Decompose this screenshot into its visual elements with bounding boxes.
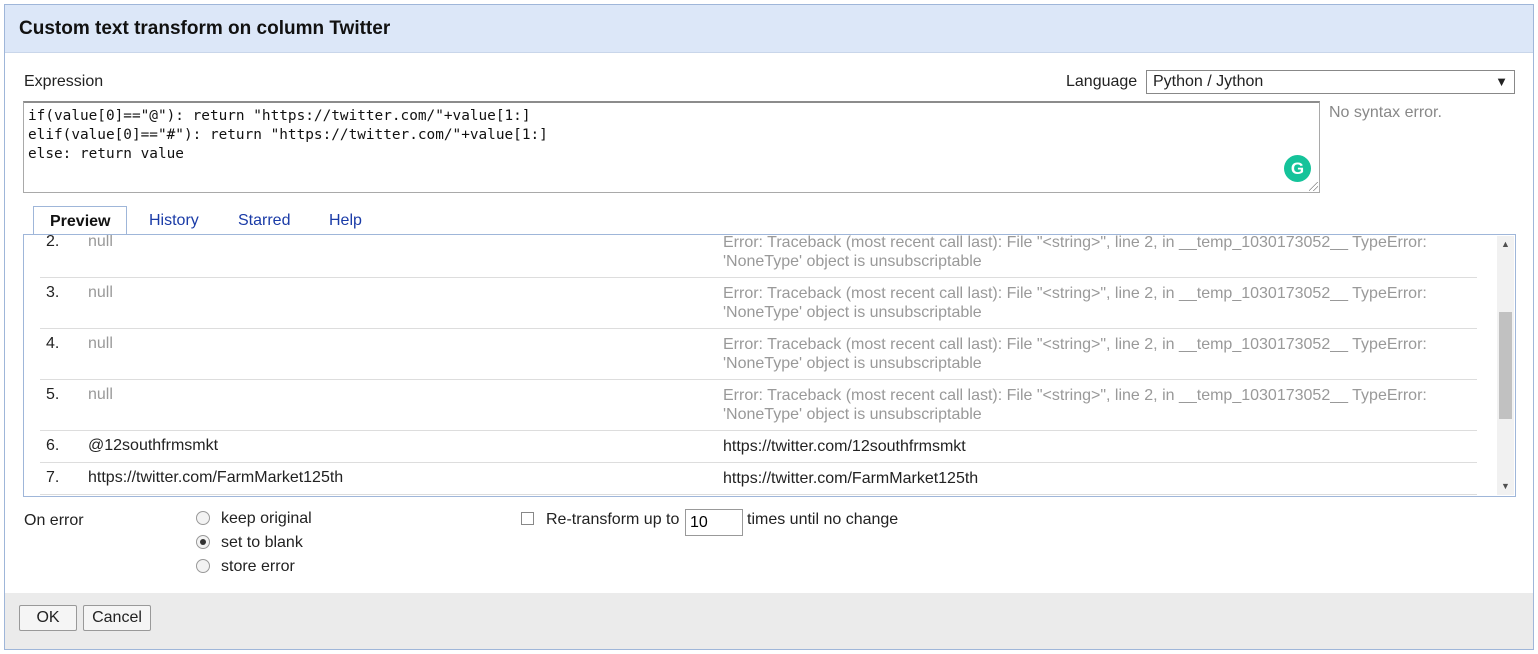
dialog-footer: OK Cancel	[5, 593, 1533, 649]
radio-button[interactable]	[196, 535, 210, 549]
radio-label: store error	[221, 558, 295, 575]
resize-grip-icon[interactable]	[1309, 182, 1318, 191]
table-row: 6. @12southfrmsmkt https://twitter.com/1…	[40, 431, 1477, 463]
syntax-status: No syntax error.	[1329, 104, 1442, 121]
ok-button[interactable]: OK	[19, 605, 77, 631]
transform-dialog: Custom text transform on column Twitter …	[4, 4, 1534, 650]
dialog-header: Custom text transform on column Twitter	[5, 5, 1533, 53]
retransform-label: Re-transform up to	[546, 511, 680, 528]
original-value: https://twitter.com/FarmMarket125th	[88, 469, 344, 486]
original-value: null	[88, 335, 113, 352]
preview-panel: 2. null Error: Traceback (most recent ca…	[23, 234, 1516, 497]
transformed-value: Error: Traceback (most recent call last)…	[723, 285, 1427, 321]
tab-preview[interactable]: Preview	[33, 206, 128, 235]
dropdown-arrow-icon: ▼	[1495, 74, 1508, 89]
cancel-button[interactable]: Cancel	[83, 605, 151, 631]
transformed-value: Error: Traceback (most recent call last)…	[723, 387, 1427, 423]
language-select[interactable]: Python / Jython ▼	[1146, 70, 1515, 94]
original-value: null	[88, 234, 113, 250]
scrollbar-thumb[interactable]	[1499, 312, 1512, 419]
scroll-down-icon[interactable]: ▼	[1497, 478, 1514, 495]
row-number: 5.	[46, 386, 60, 403]
original-value: null	[88, 284, 113, 301]
row-number: 4.	[46, 335, 60, 352]
retransform-checkbox[interactable]	[521, 512, 534, 525]
radio-button[interactable]	[196, 559, 210, 573]
transformed-value: Error: Traceback (most recent call last)…	[723, 336, 1427, 372]
table-row: 2. null Error: Traceback (most recent ca…	[40, 234, 1477, 278]
expression-label: Expression	[24, 73, 104, 90]
row-number: 6.	[46, 437, 60, 454]
expression-editor[interactable]: if(value[0]=="@"): return "https://twitt…	[23, 101, 1320, 193]
transformed-value: https://twitter.com/12southfrmsmkt	[723, 438, 966, 455]
scroll-up-icon[interactable]: ▲	[1497, 236, 1514, 253]
table-row: 4. null Error: Traceback (most recent ca…	[40, 329, 1477, 380]
language-label: Language	[1066, 73, 1138, 90]
on-error-label: On error	[24, 512, 84, 529]
grammarly-icon[interactable]: G	[1284, 155, 1311, 182]
table-row: 7. https://twitter.com/FarmMarket125th h…	[40, 463, 1477, 495]
retransform-suffix-label: times until no change	[747, 511, 899, 528]
tab-history[interactable]: History	[133, 206, 215, 235]
table-row: 5. null Error: Traceback (most recent ca…	[40, 380, 1477, 431]
radio-button[interactable]	[196, 511, 210, 525]
radio-label: keep original	[221, 510, 312, 527]
tab-starred[interactable]: Starred	[222, 206, 306, 235]
table-row: 3. null Error: Traceback (most recent ca…	[40, 278, 1477, 329]
expression-code[interactable]: if(value[0]=="@"): return "https://twitt…	[28, 107, 548, 164]
dialog-title: Custom text transform on column Twitter	[19, 18, 391, 39]
row-number: 2.	[46, 234, 60, 250]
original-value: @12southfrmsmkt	[88, 437, 219, 454]
row-number: 7.	[46, 469, 60, 486]
original-value: null	[88, 386, 113, 403]
retransform-count-input[interactable]	[685, 509, 743, 536]
row-number: 3.	[46, 284, 60, 301]
tab-help[interactable]: Help	[313, 206, 378, 235]
preview-scrollbar[interactable]: ▲ ▼	[1497, 236, 1514, 495]
language-selected-value: Python / Jython	[1153, 73, 1264, 90]
radio-label: set to blank	[221, 534, 303, 551]
transformed-value: Error: Traceback (most recent call last)…	[723, 234, 1427, 270]
transformed-value: https://twitter.com/FarmMarket125th	[723, 470, 979, 487]
preview-table: 2. null Error: Traceback (most recent ca…	[40, 234, 1477, 495]
